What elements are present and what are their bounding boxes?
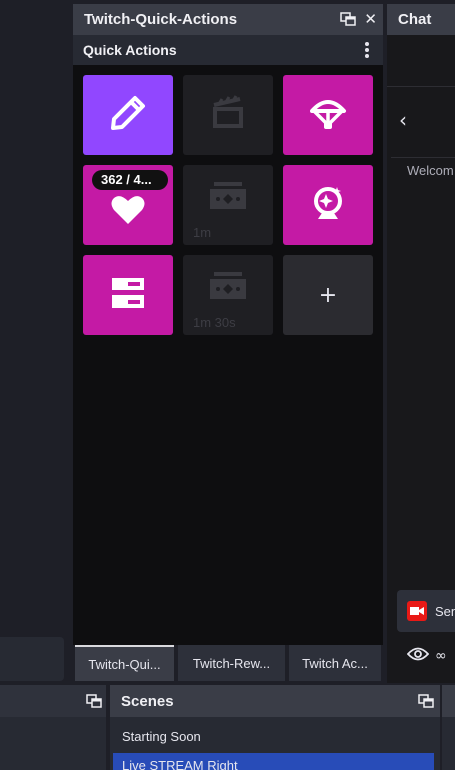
- action-tile-layout[interactable]: [83, 255, 173, 335]
- viewer-count: ∞: [406, 647, 447, 665]
- chat-title[interactable]: Chat: [387, 4, 455, 35]
- bottom-right-dock: [442, 685, 455, 770]
- scenes-title: Scenes: [121, 692, 174, 710]
- pencil-icon: [108, 93, 148, 137]
- ticket-icon: [208, 180, 248, 216]
- tab-twitch-rewards[interactable]: Twitch-Rew...: [178, 645, 285, 681]
- action-tile-pencil[interactable]: [83, 75, 173, 155]
- sparkle-webcam-icon: [308, 183, 348, 227]
- parachute-icon: [308, 93, 348, 137]
- bottom-left-dock: [0, 685, 106, 770]
- float-dock-icon[interactable]: [340, 11, 357, 27]
- dock-title: Twitch-Quick-Actions: [84, 11, 238, 28]
- kebab-menu-icon[interactable]: [365, 42, 369, 58]
- chat-top-bar: [387, 35, 455, 87]
- scene-item[interactable]: Starting Soon: [113, 724, 434, 750]
- send-label: Sen: [435, 603, 455, 619]
- quick-actions-title: Quick Actions: [83, 42, 177, 58]
- eye-icon: [406, 647, 430, 665]
- tab-twitch-activity[interactable]: Twitch Ac...: [289, 645, 381, 681]
- viewer-count-value: ∞: [435, 648, 447, 664]
- left-dock-strip: [0, 637, 64, 681]
- layout-icon: [108, 273, 148, 317]
- bottom-left-dock-header: [0, 685, 106, 717]
- ticket-icon: [208, 270, 248, 306]
- float-dock-icon[interactable]: [86, 693, 102, 713]
- heart-icon: [111, 195, 145, 229]
- scene-item-selected[interactable]: Live STREAM Right: [113, 753, 434, 770]
- action-tile-parachute[interactable]: [283, 75, 373, 155]
- camera-icon: [407, 601, 427, 621]
- send-button[interactable]: Sen: [397, 590, 455, 632]
- tab-twitch-quick-actions[interactable]: Twitch-Qui...: [75, 645, 174, 681]
- action-tile-clapperboard[interactable]: [183, 75, 273, 155]
- scenes-header: Scenes: [110, 685, 440, 717]
- add-action-button[interactable]: +: [283, 255, 373, 335]
- count-badge: 362 / 4...: [92, 170, 168, 190]
- chevron-left-icon[interactable]: ‹: [391, 88, 455, 158]
- chat-dock: Chat ‹ Welcom Sen ∞: [387, 4, 455, 683]
- quick-actions-header: Quick Actions: [73, 35, 383, 65]
- float-dock-icon[interactable]: [418, 693, 434, 713]
- action-tile-ticket-1m[interactable]: 1m: [183, 165, 273, 245]
- action-tile-heart[interactable]: 362 / 4...: [83, 165, 173, 245]
- clapperboard-icon: [208, 93, 248, 137]
- twitch-quick-actions-dock: Twitch-Quick-Actions ✕ Quick Actions 362…: [73, 4, 383, 683]
- cooldown-label: 1m: [193, 225, 212, 240]
- scenes-dock: Scenes Starting Soon Live STREAM Right: [110, 685, 440, 770]
- action-tile-ticket-1m30s[interactable]: 1m 30s: [183, 255, 273, 335]
- close-icon[interactable]: ✕: [364, 11, 377, 27]
- cooldown-label: 1m 30s: [193, 315, 236, 330]
- chat-welcome-text: Welcom: [407, 163, 454, 178]
- plus-icon: +: [318, 282, 338, 308]
- dock-tabs: Twitch-Qui... Twitch-Rew... Twitch Ac...: [73, 645, 383, 683]
- dock-titlebar[interactable]: Twitch-Quick-Actions ✕: [73, 4, 383, 35]
- left-dock-area: [0, 0, 70, 683]
- bottom-right-dock-header: [442, 685, 455, 717]
- quick-actions-grid: 362 / 4... 1m 1m 30s +: [73, 65, 383, 645]
- action-tile-sparkle-webcam[interactable]: [283, 165, 373, 245]
